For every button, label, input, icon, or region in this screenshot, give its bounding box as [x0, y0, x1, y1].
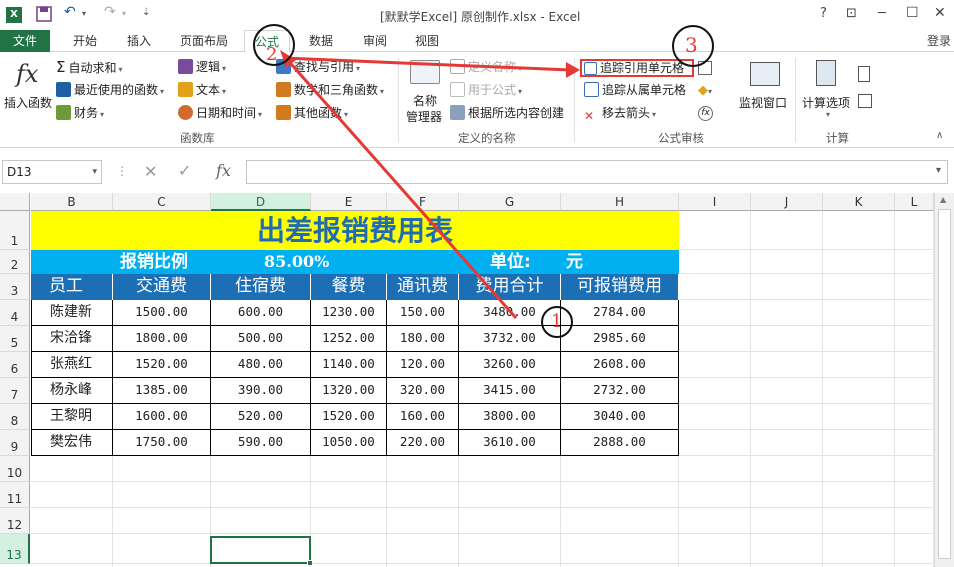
annotation-number-3: 3: [685, 33, 698, 57]
annotation-number-1: 1: [551, 311, 563, 332]
arrow-line-1: [282, 55, 518, 319]
annotation-number-2: 2: [266, 44, 278, 65]
arrow-line-2: [283, 56, 571, 72]
annotation-overlay: [253, 24, 714, 338]
arrow-head-2: [566, 62, 580, 78]
